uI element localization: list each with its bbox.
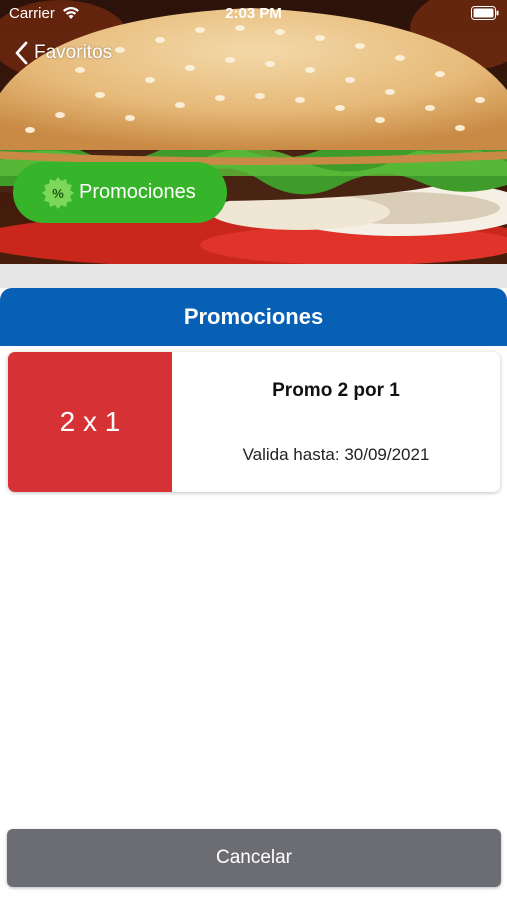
back-button-label: Favoritos	[34, 42, 113, 63]
chevron-left-icon	[15, 41, 28, 65]
status-bar: Carrier 2:03 PM	[0, 0, 507, 28]
promotion-card[interactable]: 2 x 1 Promo 2 por 1 Valida hasta: 30/09/…	[8, 352, 500, 492]
promotion-badge-label: 2 x 1	[59, 406, 121, 437]
cancel-button[interactable]: Cancelar	[7, 829, 501, 887]
svg-text:%: %	[52, 186, 64, 201]
battery-icon	[471, 6, 499, 20]
percent-badge-icon: %	[42, 176, 74, 209]
status-time: 2:03 PM	[225, 5, 282, 22]
section-header: Promociones	[0, 288, 507, 346]
back-button[interactable]: Favoritos	[14, 38, 112, 68]
promotions-pill-label: Promociones	[79, 181, 196, 203]
promotion-badge: 2 x 1	[8, 352, 172, 492]
promotion-title: Promo 2 por 1	[272, 380, 400, 401]
promotion-valid-until: Valida hasta: 30/09/2021	[242, 445, 430, 464]
section-title: Promociones	[183, 304, 324, 329]
cancel-button-label: Cancelar	[215, 847, 293, 868]
promotion-card-body: Promo 2 por 1 Valida hasta: 30/09/2021	[172, 352, 500, 492]
divider-band	[0, 264, 507, 288]
promotions-pill-button[interactable]: % Promociones	[13, 162, 227, 223]
